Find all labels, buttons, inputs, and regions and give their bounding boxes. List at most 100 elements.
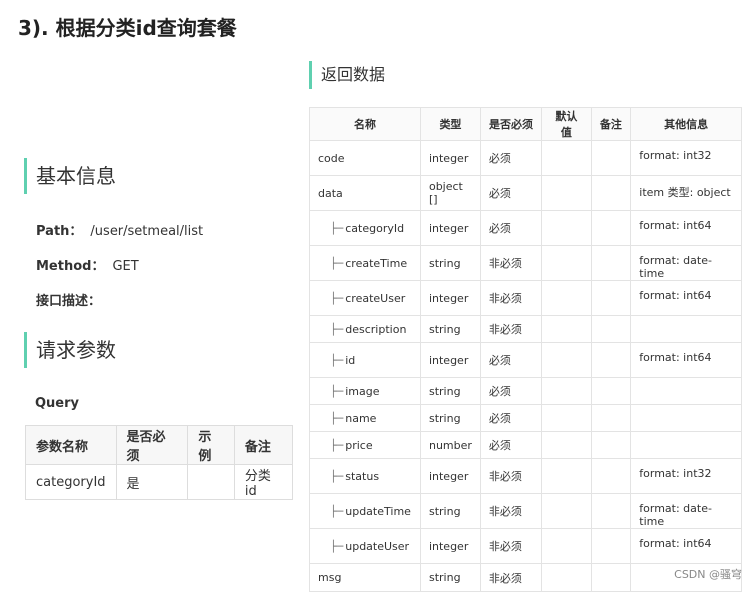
field-name: ├─ price <box>309 431 421 459</box>
field-note <box>590 175 632 211</box>
field-other: format: date-time <box>630 245 742 281</box>
field-note <box>590 210 632 246</box>
field-name: data <box>309 175 421 211</box>
query-cell <box>187 464 235 500</box>
field-note <box>590 342 632 378</box>
field-type: integer <box>419 342 481 378</box>
field-default <box>541 315 592 343</box>
field-type: string <box>419 563 481 592</box>
field-required: 必须 <box>479 175 543 211</box>
field-type: integer <box>419 280 481 316</box>
return-row: ├─ categoryId integer 必须 format: int64 <box>309 210 742 246</box>
field-other: format: int32 <box>630 458 742 494</box>
return-data-table: 名称 类型 是否必须 默认值 备注 其他信息 code integer 必须 f… <box>309 107 742 592</box>
field-other: format: int64 <box>630 210 742 246</box>
query-header-cell: 示例 <box>187 425 235 465</box>
field-default <box>541 140 592 176</box>
return-data-heading: 返回数据 <box>309 61 385 89</box>
query-row: categoryId 是 分类id <box>25 464 294 500</box>
tree-branch-icon: ├─ <box>330 384 344 398</box>
field-type: integer <box>419 458 481 494</box>
field-required: 非必须 <box>479 563 543 592</box>
field-name: ├─ createUser <box>309 280 421 316</box>
tree-branch-icon: ├─ <box>330 411 344 425</box>
query-label: Query <box>35 396 80 411</box>
field-note <box>590 431 632 459</box>
field-default <box>541 175 592 211</box>
field-required: 非必须 <box>479 280 543 316</box>
field-required: 非必须 <box>479 245 543 281</box>
field-type: string <box>419 377 481 405</box>
return-row: ├─ status integer 非必须 format: int32 <box>309 458 742 494</box>
field-default <box>541 563 592 592</box>
field-default <box>541 528 592 564</box>
field-name: ├─ updateUser <box>309 528 421 564</box>
field-other: format: int64 <box>630 528 742 564</box>
tree-branch-icon: ├─ <box>330 221 344 235</box>
return-header-cell: 名称 <box>309 107 421 141</box>
field-required: 非必须 <box>479 528 543 564</box>
return-row: ├─ updateUser integer 非必须 format: int64 <box>309 528 742 564</box>
watermark: CSDN @骚穹 <box>674 568 742 581</box>
return-header-cell: 类型 <box>419 107 481 141</box>
query-cell: 分类id <box>233 464 294 500</box>
field-note <box>590 245 632 281</box>
field-name: ├─ image <box>309 377 421 405</box>
return-row: ├─ name string 必须 <box>309 404 742 432</box>
return-header-cell: 默认值 <box>541 107 592 141</box>
return-row: ├─ id integer 必须 format: int64 <box>309 342 742 378</box>
field-default <box>541 280 592 316</box>
return-header-cell: 备注 <box>590 107 632 141</box>
method-value: GET <box>112 259 139 274</box>
field-other: format: int32 <box>630 140 742 176</box>
tree-branch-icon: ├─ <box>330 353 344 367</box>
query-header-row: 参数名称 是否必须 示例 备注 <box>25 425 294 465</box>
field-type: string <box>419 493 481 529</box>
field-name: ├─ createTime <box>309 245 421 281</box>
field-required: 非必须 <box>479 493 543 529</box>
field-name: ├─ name <box>309 404 421 432</box>
field-type: string <box>419 404 481 432</box>
field-other: format: int64 <box>630 342 742 378</box>
field-note <box>590 140 632 176</box>
method-row: Method： GET <box>36 255 139 274</box>
field-other <box>630 404 742 432</box>
field-other: format: int64 <box>630 280 742 316</box>
field-note <box>590 458 632 494</box>
field-name: ├─ description <box>309 315 421 343</box>
field-name: msg <box>309 563 421 592</box>
query-header-cell: 备注 <box>233 425 294 465</box>
field-default <box>541 431 592 459</box>
field-note <box>590 563 632 592</box>
return-row: data object [] 必须 item 类型: object <box>309 175 742 211</box>
field-required: 必须 <box>479 342 543 378</box>
field-other <box>630 315 742 343</box>
method-label: Method： <box>36 259 105 274</box>
field-default <box>541 458 592 494</box>
return-row: ├─ description string 非必须 <box>309 315 742 343</box>
query-cell: categoryId <box>25 464 117 500</box>
query-header-cell: 参数名称 <box>25 425 117 465</box>
tree-branch-icon: ├─ <box>330 539 344 553</box>
field-required: 非必须 <box>479 315 543 343</box>
tree-branch-icon: ├─ <box>330 469 344 483</box>
field-name: ├─ id <box>309 342 421 378</box>
description-label: 接口描述： <box>36 294 102 309</box>
field-name: ├─ updateTime <box>309 493 421 529</box>
description-row: 接口描述： <box>36 290 109 309</box>
basic-info-heading: 基本信息 <box>24 158 116 194</box>
field-type: number <box>419 431 481 459</box>
field-required: 必须 <box>479 404 543 432</box>
query-cell: 是 <box>115 464 189 500</box>
field-default <box>541 245 592 281</box>
tree-branch-icon: ├─ <box>330 438 344 452</box>
page-title: 3). 根据分类id查询套餐 <box>18 16 237 40</box>
field-note <box>590 493 632 529</box>
return-row: ├─ createTime string 非必须 format: date-tim… <box>309 245 742 281</box>
return-row: ├─ createUser integer 非必须 format: int64 <box>309 280 742 316</box>
return-header-cell: 其他信息 <box>630 107 742 141</box>
field-required: 必须 <box>479 210 543 246</box>
field-name: code <box>309 140 421 176</box>
request-params-heading: 请求参数 <box>24 332 116 368</box>
field-default <box>541 404 592 432</box>
